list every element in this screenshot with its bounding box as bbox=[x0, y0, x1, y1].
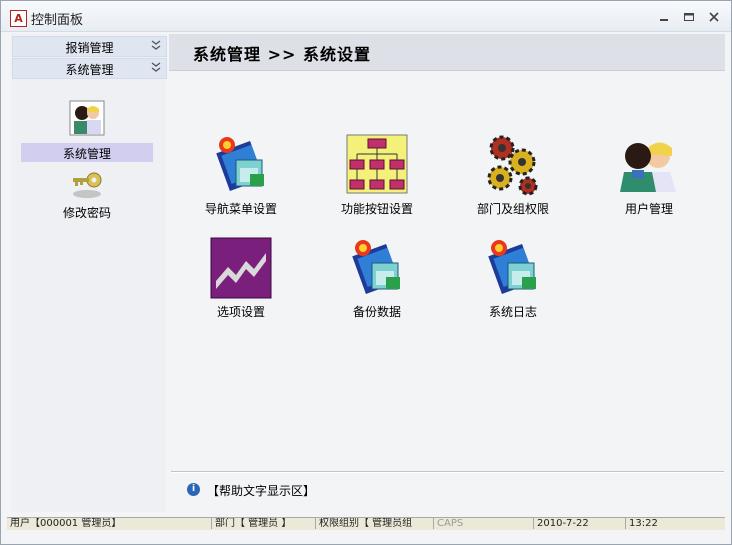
sidebar-item-change-password[interactable]: 修改密码 bbox=[21, 170, 153, 221]
sidebar-section-reimbursement[interactable]: 报销管理 bbox=[12, 36, 167, 57]
double-chevron-down-icon bbox=[151, 60, 161, 77]
status-user: 用户【000001 管理员】 bbox=[10, 518, 122, 529]
tile-department-group-permissions[interactable]: 部门及组权限 bbox=[448, 134, 578, 217]
breadcrumb: 系统管理 >> 系统设置 bbox=[193, 45, 371, 64]
setup-icon bbox=[482, 237, 544, 299]
tile-label: 导航菜单设置 bbox=[204, 202, 277, 216]
sidebar-section-label: 报销管理 bbox=[65, 41, 114, 55]
chart-icon bbox=[210, 237, 272, 299]
tile-label: 系统日志 bbox=[488, 305, 537, 319]
tile-navigation-menu-settings[interactable]: 导航菜单设置 bbox=[176, 134, 306, 217]
org-chart-icon bbox=[346, 134, 408, 196]
tile-label: 功能按钮设置 bbox=[340, 202, 413, 216]
tile-option-settings[interactable]: 选项设置 bbox=[176, 237, 306, 320]
sidebar-item-selected-bg: 系统管理 bbox=[21, 143, 153, 162]
control-panel-window: A 控制面板 报销管理 系统管理 系统管理 修改密码 系统管理 >> 系统设置 … bbox=[0, 0, 732, 545]
tile-backup-data[interactable]: 备份数据 bbox=[312, 237, 442, 320]
close-icon bbox=[709, 12, 719, 22]
tile-label: 选项设置 bbox=[216, 305, 265, 319]
maximize-button[interactable] bbox=[682, 10, 696, 24]
sidebar-section-system[interactable]: 系统管理 bbox=[12, 58, 167, 79]
sidebar: 报销管理 系统管理 系统管理 修改密码 bbox=[11, 34, 167, 512]
users-icon bbox=[69, 100, 105, 136]
help-text-area: 【帮助文字显示区】 bbox=[207, 484, 316, 498]
status-bar: 用户【000001 管理员】 部门【 管理员 】 权限组别【 管理员组 CAPS… bbox=[7, 517, 725, 530]
window-title: 控制面板 bbox=[31, 13, 84, 28]
gears-icon bbox=[482, 134, 544, 196]
sidebar-item-label: 系统管理 bbox=[62, 147, 111, 161]
tile-system-log[interactable]: 系统日志 bbox=[448, 237, 578, 320]
tile-function-button-settings[interactable]: 功能按钮设置 bbox=[312, 134, 442, 217]
page-header: 系统管理 >> 系统设置 bbox=[169, 34, 725, 71]
minimize-icon bbox=[660, 19, 668, 21]
minimize-button[interactable] bbox=[657, 10, 671, 24]
sidebar-item-system-management[interactable] bbox=[21, 100, 153, 136]
status-department: 部门【 管理员 】 bbox=[211, 518, 315, 529]
status-date: 2010-7-22 bbox=[533, 518, 625, 529]
setup-icon bbox=[346, 237, 408, 299]
tile-label: 用户管理 bbox=[624, 202, 673, 216]
sidebar-item-label: 修改密码 bbox=[62, 206, 111, 220]
info-icon: i bbox=[187, 483, 200, 496]
status-permission-group: 权限组别【 管理员组 bbox=[315, 518, 433, 529]
app-icon: A bbox=[10, 10, 27, 27]
tile-label: 备份数据 bbox=[352, 305, 401, 319]
divider bbox=[171, 471, 724, 473]
double-chevron-down-icon bbox=[151, 38, 161, 55]
users-icon bbox=[618, 134, 680, 196]
sidebar-section-label: 系统管理 bbox=[65, 63, 114, 77]
status-time: 13:22 bbox=[625, 518, 719, 529]
tile-label: 部门及组权限 bbox=[476, 202, 549, 216]
status-caps: CAPS bbox=[433, 518, 533, 529]
tile-user-management[interactable]: 用户管理 bbox=[584, 134, 714, 217]
title-bar[interactable]: A 控制面板 bbox=[1, 1, 731, 32]
key-icon bbox=[69, 170, 105, 202]
maximize-icon bbox=[684, 13, 694, 21]
setup-icon bbox=[210, 134, 272, 196]
close-button[interactable] bbox=[707, 10, 721, 24]
